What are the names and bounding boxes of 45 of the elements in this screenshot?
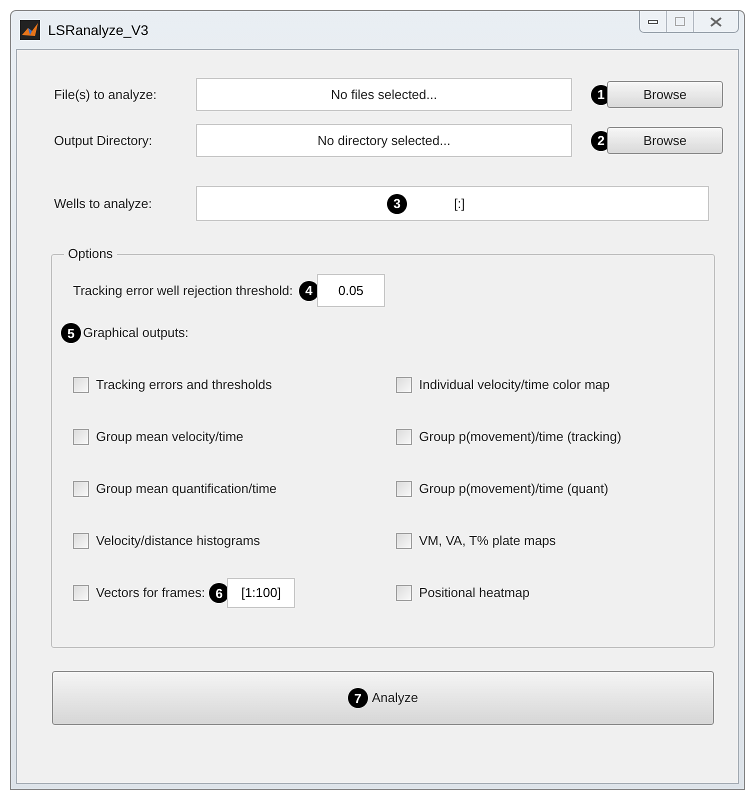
maximize-icon: [675, 17, 685, 26]
checkbox-label: VM, VA, T% plate maps: [419, 532, 556, 550]
checkbox-label: Group p(movement)/time (tracking): [419, 428, 622, 446]
path-field[interactable]: No files selected...: [196, 78, 572, 111]
checkbox-label: Tracking errors and thresholds: [96, 376, 272, 394]
checkbox-label: Positional heatmap: [419, 584, 530, 602]
wells-value: [:]: [454, 194, 465, 213]
threshold-field[interactable]: 0.05: [316, 274, 385, 307]
field-label: Output Directory:: [53, 132, 154, 150]
callout-number: 7: [348, 688, 368, 708]
field-label: File(s) to analyze:: [53, 86, 158, 104]
browse-button[interactable]: Browse: [607, 127, 723, 154]
checkbox[interactable]: [396, 533, 412, 549]
callout-number: 5: [61, 323, 81, 343]
checkbox-label: Vectors for frames:: [96, 584, 206, 602]
callout-number: 4: [298, 280, 319, 300]
path-field[interactable]: No directory selected...: [196, 124, 572, 157]
callout-number: 6: [209, 583, 230, 603]
checkbox[interactable]: [73, 585, 89, 601]
checkbox[interactable]: [396, 429, 412, 445]
group-title: Options: [64, 246, 117, 262]
checkbox[interactable]: [396, 377, 412, 393]
window-title: LSRanalyze_V3: [48, 20, 148, 40]
close-icon: [710, 16, 722, 26]
checkbox-label: Group mean quantification/time: [96, 480, 277, 498]
frames-field[interactable]: [1:100]: [227, 578, 296, 608]
browse-button[interactable]: Browse: [607, 81, 723, 108]
analyze-button[interactable]: 7 Analyze: [52, 671, 714, 725]
checkbox[interactable]: [396, 585, 412, 601]
checkbox[interactable]: [73, 377, 89, 393]
checkbox-label: Velocity/distance histograms: [96, 532, 260, 550]
checkbox-label: Individual velocity/time color map: [419, 376, 610, 394]
checkbox[interactable]: [73, 429, 89, 445]
field-label: Wells to analyze:: [53, 194, 154, 213]
minimize-icon: [648, 20, 658, 24]
app-logo-icon: [20, 20, 40, 40]
wells-field[interactable]: 3 [:]: [196, 186, 709, 221]
checkbox[interactable]: [73, 481, 89, 497]
checkbox-label: Group p(movement)/time (quant): [419, 480, 608, 498]
checkbox[interactable]: [73, 533, 89, 549]
checkbox-label: Group mean velocity/time: [96, 428, 244, 446]
checkbox[interactable]: [396, 481, 412, 497]
section-label: Graphical outputs:: [83, 324, 189, 342]
callout-number: 3: [387, 194, 407, 214]
threshold-label: Tracking error well rejection threshold:: [73, 282, 293, 300]
